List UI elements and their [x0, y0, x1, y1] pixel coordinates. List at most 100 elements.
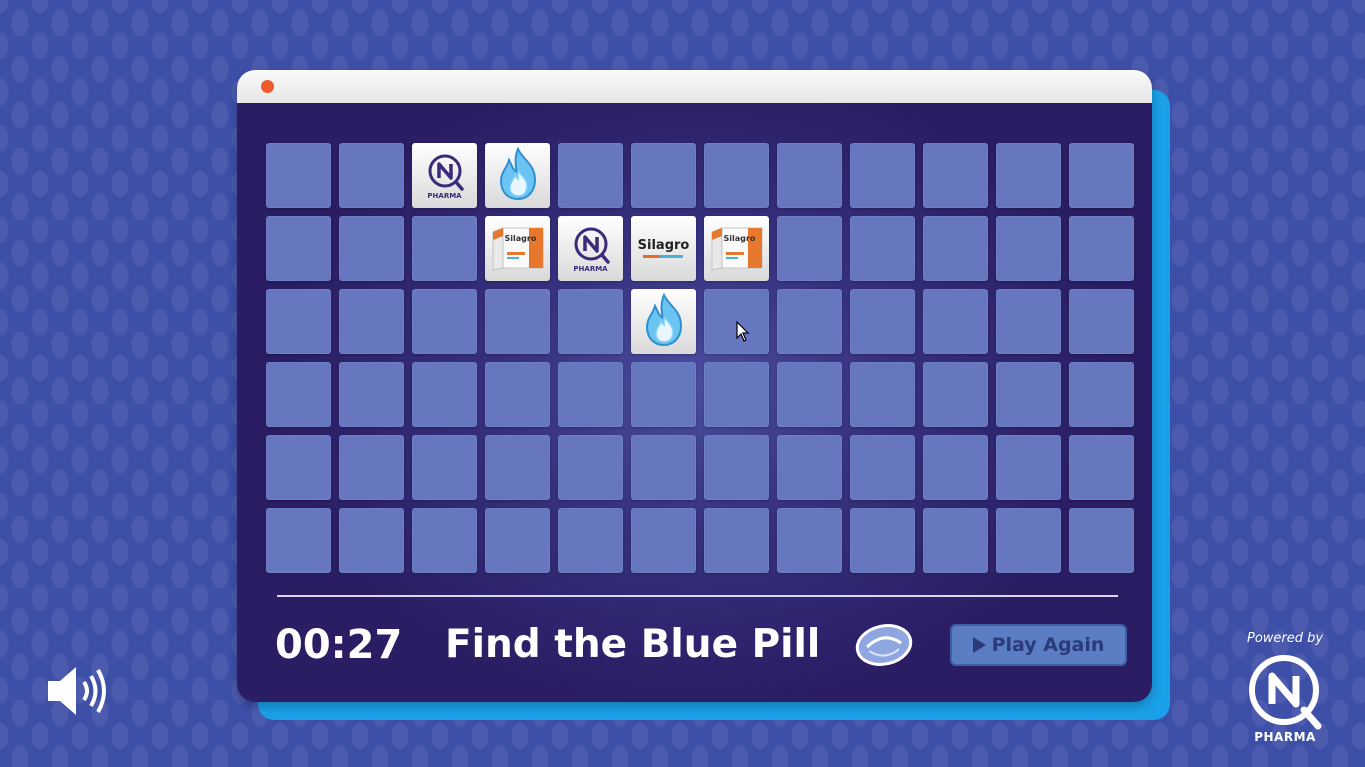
card-tile-hidden[interactable]: [558, 508, 623, 573]
card-tile-hidden[interactable]: [704, 508, 769, 573]
card-tile-hidden[interactable]: [1069, 289, 1134, 354]
blue-pill-icon: [855, 624, 913, 666]
card-tile-hidden[interactable]: [777, 362, 842, 427]
game-title: Find the Blue Pill: [445, 622, 821, 667]
title-bar: [237, 70, 1152, 103]
card-tile-hidden[interactable]: [339, 508, 404, 573]
silagro-label: Silagro: [637, 238, 690, 253]
card-tile-hidden[interactable]: [412, 508, 477, 573]
card-tile-hidden[interactable]: [339, 216, 404, 281]
card-tile-hidden[interactable]: [558, 289, 623, 354]
card-tile-npharma-logo[interactable]: PHARMA: [558, 216, 623, 281]
card-tile-hidden[interactable]: [850, 289, 915, 354]
card-tile-hidden[interactable]: [266, 508, 331, 573]
card-label: PHARMA: [427, 192, 462, 200]
card-tile-hidden[interactable]: [558, 435, 623, 500]
silagro-text-card: Silagro: [637, 238, 690, 258]
card-tile-hidden[interactable]: [339, 362, 404, 427]
card-tile-hidden[interactable]: [850, 508, 915, 573]
card-tile-hidden[interactable]: [631, 435, 696, 500]
card-tile-silagro-box[interactable]: Silagro: [485, 216, 550, 281]
card-tile-hidden[interactable]: [412, 289, 477, 354]
npharma-logo-icon: PHARMA: [571, 224, 611, 273]
card-tile-hidden[interactable]: [339, 143, 404, 208]
card-tile-hidden[interactable]: [923, 289, 988, 354]
card-tile-hidden[interactable]: [412, 362, 477, 427]
divider: [277, 595, 1118, 597]
card-tile-hidden[interactable]: [996, 362, 1061, 427]
card-tile-hidden[interactable]: [777, 216, 842, 281]
silagro-box-icon: Silagro: [489, 222, 547, 276]
card-tile-hidden[interactable]: [923, 435, 988, 500]
brand-name: PHARMA: [1254, 730, 1316, 744]
mouse-cursor-icon: [736, 321, 750, 342]
play-again-button[interactable]: Play Again: [950, 624, 1127, 666]
npharma-logo-icon: [1249, 655, 1322, 730]
card-tile-hidden[interactable]: [412, 435, 477, 500]
card-tile-hidden[interactable]: [485, 435, 550, 500]
silagro-box-icon: Silagro: [708, 222, 766, 276]
card-tile-hidden[interactable]: [704, 435, 769, 500]
card-tile-hidden[interactable]: [631, 508, 696, 573]
card-tile-hidden[interactable]: [485, 508, 550, 573]
card-tile-hidden[interactable]: [1069, 508, 1134, 573]
silagro-box-label: Silagro: [723, 233, 756, 243]
play-again-label: Play Again: [991, 634, 1105, 656]
powered-by-text: Powered by: [1247, 631, 1324, 646]
card-label: PHARMA: [573, 265, 608, 273]
close-dot-icon[interactable]: [261, 80, 274, 93]
card-tile-hidden[interactable]: [266, 143, 331, 208]
card-tile-hidden[interactable]: [923, 216, 988, 281]
card-tile-blue-flame[interactable]: [485, 143, 550, 208]
card-tile-hidden[interactable]: [704, 362, 769, 427]
card-tile-hidden[interactable]: [558, 362, 623, 427]
blue-flame-icon: [493, 146, 543, 206]
card-tile-hidden[interactable]: [923, 143, 988, 208]
card-tile-hidden[interactable]: [850, 362, 915, 427]
card-tile-hidden[interactable]: [996, 508, 1061, 573]
card-tile-hidden[interactable]: [1069, 435, 1134, 500]
card-tile-hidden[interactable]: [1069, 362, 1134, 427]
card-tile-silagro-box[interactable]: Silagro: [704, 216, 769, 281]
card-tile-hidden[interactable]: [704, 143, 769, 208]
card-tile-hidden[interactable]: [339, 289, 404, 354]
card-tile-hidden[interactable]: [266, 435, 331, 500]
card-tile-hidden[interactable]: [777, 435, 842, 500]
card-tile-hidden[interactable]: [339, 435, 404, 500]
timer: 00:27: [275, 622, 403, 668]
npharma-logo-icon: PHARMA: [425, 151, 465, 200]
card-tile-hidden[interactable]: [1069, 143, 1134, 208]
card-tile-npharma-logo[interactable]: PHARMA: [412, 143, 477, 208]
card-tile-hidden[interactable]: [777, 289, 842, 354]
card-tile-hidden[interactable]: [923, 508, 988, 573]
card-tile-hidden[interactable]: [266, 362, 331, 427]
card-tile-blue-flame[interactable]: [631, 289, 696, 354]
blue-flame-icon: [639, 292, 689, 352]
card-tile-hidden[interactable]: [485, 362, 550, 427]
card-tile-silagro-text[interactable]: Silagro: [631, 216, 696, 281]
card-grid: PHARMA Silagro PHARMA Silagro Silagro: [266, 143, 1134, 573]
card-tile-hidden[interactable]: [923, 362, 988, 427]
card-tile-hidden[interactable]: [777, 508, 842, 573]
card-tile-hidden[interactable]: [266, 289, 331, 354]
card-tile-hidden[interactable]: [631, 143, 696, 208]
card-tile-hidden[interactable]: [850, 143, 915, 208]
silagro-stripe: [643, 255, 684, 258]
card-tile-hidden[interactable]: [850, 216, 915, 281]
card-tile-hidden[interactable]: [996, 435, 1061, 500]
card-tile-hidden[interactable]: [996, 216, 1061, 281]
card-tile-hidden[interactable]: [1069, 216, 1134, 281]
play-icon: [972, 637, 986, 653]
speaker-icon[interactable]: [44, 663, 108, 719]
card-tile-hidden[interactable]: [631, 362, 696, 427]
silagro-box-label: Silagro: [504, 233, 537, 243]
card-tile-hidden[interactable]: [558, 143, 623, 208]
card-tile-hidden[interactable]: [266, 216, 331, 281]
card-tile-hidden[interactable]: [850, 435, 915, 500]
card-tile-hidden[interactable]: [996, 289, 1061, 354]
card-tile-hidden[interactable]: [485, 289, 550, 354]
game-window: PHARMA Silagro PHARMA Silagro Silagro 00:27 …: [237, 70, 1152, 702]
card-tile-hidden[interactable]: [777, 143, 842, 208]
card-tile-hidden[interactable]: [996, 143, 1061, 208]
card-tile-hidden[interactable]: [412, 216, 477, 281]
